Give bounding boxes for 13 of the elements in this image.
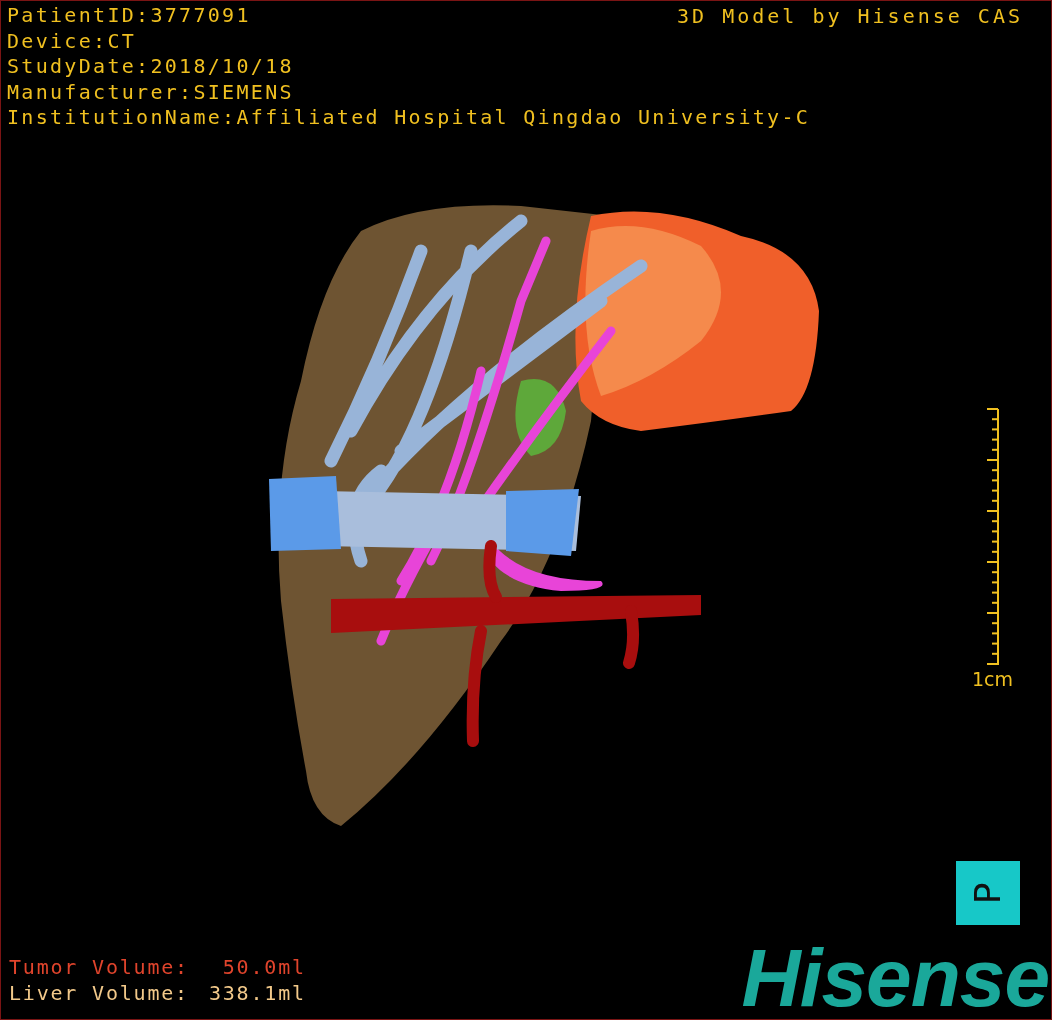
info-text: Manufacturer:SIEMENS: [7, 79, 294, 105]
logo-text: Hisense: [741, 935, 1049, 1019]
volume-label: Liver Volume:: [9, 980, 189, 1006]
credit-text: 3D Model by Hisense CAS: [677, 4, 1023, 29]
scale-label: 1cm: [971, 668, 1013, 690]
volume-label: Tumor Volume:: [9, 954, 189, 980]
info-text: Device:CT: [7, 28, 137, 54]
info-text: StudyDate:2018/10/18: [7, 54, 294, 80]
orientation-cube[interactable]: P: [956, 861, 1020, 925]
info-text: InstitutionName:Affiliated Hospital Qingdao University-C: [7, 105, 811, 131]
volume-value: 50.0ml: [221, 954, 306, 980]
info-text: PatientID:3777091: [7, 3, 251, 29]
volume-value: 338.1ml: [208, 980, 306, 1006]
